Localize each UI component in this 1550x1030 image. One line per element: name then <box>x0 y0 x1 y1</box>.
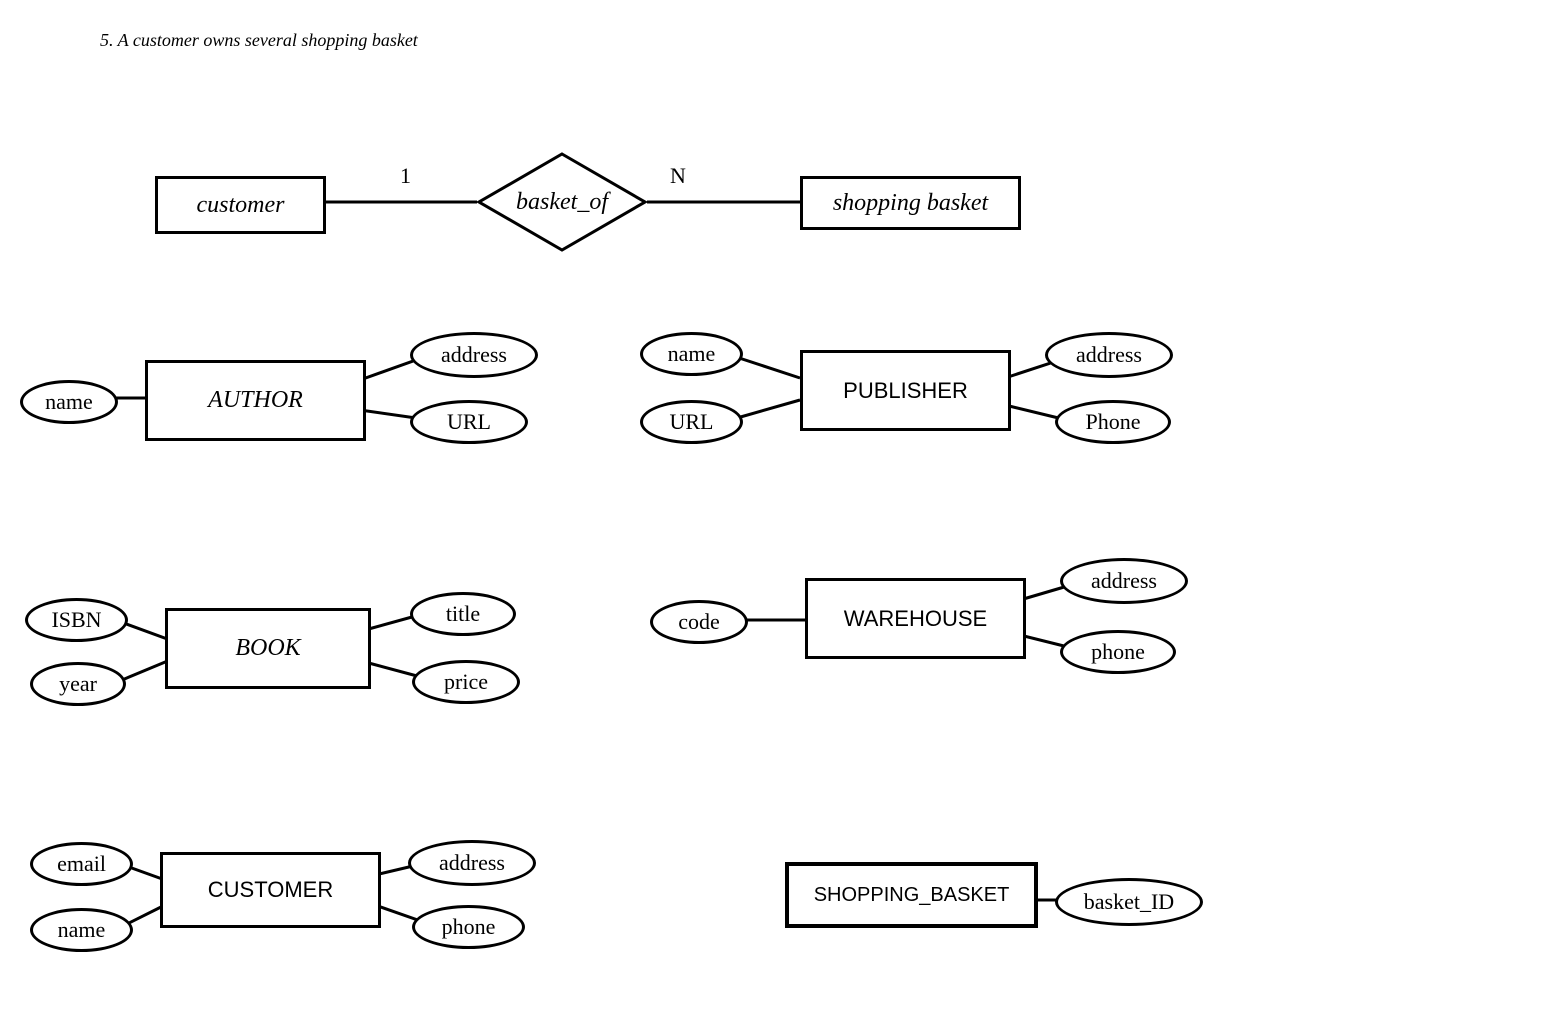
attr-publisher-phone: Phone <box>1055 400 1171 444</box>
entity-shopping-basket-rel: shopping basket <box>800 176 1021 230</box>
attr-customer-address: address <box>408 840 536 886</box>
relationship-label: basket_of <box>516 189 608 216</box>
er-diagram-canvas: 5. A customer owns several shopping bask… <box>0 0 1550 1030</box>
relationship-basket-of: basket_of <box>477 152 647 252</box>
attr-author-name: name <box>20 380 118 424</box>
attr-warehouse-code: code <box>650 600 748 644</box>
attr-book-title: title <box>410 592 516 636</box>
entity-author: AUTHOR <box>145 360 366 441</box>
attr-book-price: price <box>412 660 520 704</box>
attr-customer-name: name <box>30 908 133 952</box>
diagram-caption: 5. A customer owns several shopping bask… <box>100 30 418 51</box>
attr-warehouse-phone: phone <box>1060 630 1176 674</box>
entity-shopping-basket: SHOPPING_BASKET <box>785 862 1038 928</box>
cardinality-right: N <box>670 163 686 189</box>
attr-customer-email: email <box>30 842 133 886</box>
entity-customer-rel: customer <box>155 176 326 234</box>
attr-author-address: address <box>410 332 538 378</box>
attr-basket-id: basket_ID <box>1055 878 1203 926</box>
attr-publisher-name: name <box>640 332 743 376</box>
attr-warehouse-address: address <box>1060 558 1188 604</box>
entity-book: BOOK <box>165 608 371 689</box>
attr-publisher-address: address <box>1045 332 1173 378</box>
entity-publisher: PUBLISHER <box>800 350 1011 431</box>
attr-publisher-url: URL <box>640 400 743 444</box>
entity-warehouse: WAREHOUSE <box>805 578 1026 659</box>
entity-customer: CUSTOMER <box>160 852 381 928</box>
attr-book-isbn: ISBN <box>25 598 128 642</box>
attr-author-url: URL <box>410 400 528 444</box>
attr-book-year: year <box>30 662 126 706</box>
attr-customer-phone: phone <box>412 905 525 949</box>
cardinality-left: 1 <box>400 163 411 189</box>
